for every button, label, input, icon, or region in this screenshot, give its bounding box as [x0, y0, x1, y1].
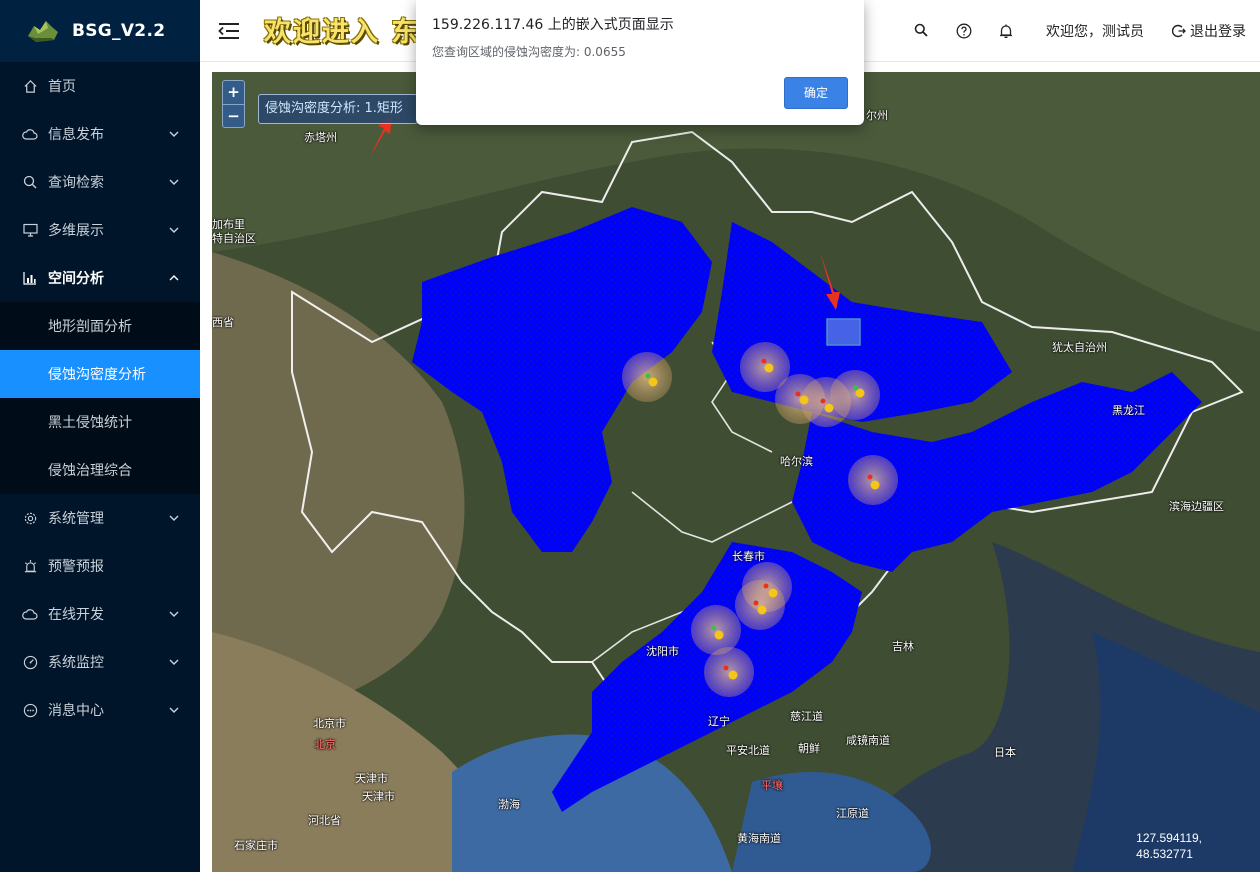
map-label: 慈江道: [790, 710, 823, 723]
dialog-message: 您查询区域的侵蚀沟密度为: 0.0655: [432, 45, 626, 59]
alarm-icon: [22, 558, 38, 574]
chevron-down-icon: [169, 659, 179, 665]
logout-label: 退出登录: [1190, 24, 1246, 40]
map-label: 黄海南道: [737, 832, 781, 845]
map-label: 赤塔州: [304, 131, 337, 144]
map-label: 尔州: [866, 109, 888, 122]
help-icon[interactable]: [956, 23, 972, 39]
menu-item-early-warning[interactable]: 预警预报: [0, 542, 200, 590]
menu-label: 多维展示: [48, 223, 104, 239]
menu-label: 在线开发: [48, 607, 104, 623]
submenu-item-terrain-profile[interactable]: 地形剖面分析: [0, 302, 200, 350]
bar-chart-icon: [22, 270, 38, 286]
logout-icon: [1172, 24, 1186, 38]
chevron-up-icon: [169, 275, 179, 281]
coord-lat: 48.532771: [1136, 847, 1193, 861]
map-label: 江原道: [836, 807, 869, 820]
chevron-down-icon: [169, 611, 179, 617]
map-label: 咸镜南道: [846, 734, 890, 747]
header-actions: 欢迎您，测试员 退出登录: [914, 0, 1260, 62]
map-label: 滨海边疆区: [1169, 500, 1224, 513]
analysis-tool-label[interactable]: 侵蚀沟密度分析: 1.矩形: [258, 94, 418, 124]
map-label: 北京: [314, 738, 336, 751]
menu-label: 消息中心: [48, 703, 104, 719]
ok-button[interactable]: 确定: [784, 77, 848, 109]
map-label: 石家庄市: [234, 839, 278, 852]
zoom-control: + −: [222, 80, 245, 128]
map-label: 沈阳市: [646, 645, 679, 658]
map-label: 天津市: [355, 772, 388, 785]
map-label: 哈尔滨: [780, 455, 813, 468]
menu-item-message-center[interactable]: 消息中心: [0, 686, 200, 734]
map-label: 犹太自治州: [1052, 341, 1107, 354]
map-label: 河北省: [308, 814, 341, 827]
map-label: 北京市: [313, 717, 346, 730]
menu-item-system-monitor[interactable]: 系统监控: [0, 638, 200, 686]
chevron-down-icon: [169, 707, 179, 713]
app-logo[interactable]: BSG_V2.2: [0, 0, 200, 62]
search-icon: [22, 174, 38, 190]
message-icon: [22, 702, 38, 718]
dialog-title: 159.226.117.46 上的嵌入式页面显示: [432, 17, 674, 33]
map-label: 渤海: [498, 798, 520, 811]
chevron-down-icon: [169, 515, 179, 521]
map-label: 吉林: [892, 640, 914, 653]
map-label: 天津市: [362, 790, 395, 803]
menu-item-query[interactable]: 查询检索: [0, 158, 200, 206]
menu-label: 空间分析: [48, 271, 104, 287]
menu-item-publish[interactable]: 信息发布: [0, 110, 200, 158]
map-label: 黑龙江: [1112, 404, 1145, 417]
chevron-down-icon: [169, 227, 179, 233]
spatial-analysis-submenu: 地形剖面分析 侵蚀沟密度分析 黑土侵蚀统计 侵蚀治理综合: [0, 302, 200, 494]
menu-item-home[interactable]: 首页: [0, 62, 200, 110]
home-icon: [22, 78, 38, 94]
submenu-item-gully-density[interactable]: 侵蚀沟密度分析: [0, 350, 200, 398]
map-label: 平壤: [761, 779, 783, 792]
submenu-item-erosion-stats[interactable]: 黑土侵蚀统计: [0, 398, 200, 446]
dashboard-icon: [22, 654, 38, 670]
map-view[interactable]: 赤塔州 加布里 特自治区 西省 犹太自治州 哈尔滨 长春市 沈阳市 北京市 北京…: [212, 72, 1260, 872]
logo-icon: [28, 21, 58, 42]
zoom-in-button[interactable]: +: [223, 81, 244, 104]
coord-lon: 127.594119,: [1136, 831, 1202, 845]
menu-label: 系统监控: [48, 655, 104, 671]
menu-label: 信息发布: [48, 127, 104, 143]
search-icon[interactable]: [914, 23, 930, 39]
logout-button[interactable]: 退出登录: [1172, 21, 1246, 41]
chevron-down-icon: [169, 179, 179, 185]
map-label: 辽宁: [708, 715, 730, 728]
cloud-icon: [22, 606, 38, 622]
sidebar: BSG_V2.2 首页 信息发布 查询检索 多维展示 空间分析 地形剖面分析 侵…: [0, 0, 200, 872]
alert-dialog: 159.226.117.46 上的嵌入式页面显示 您查询区域的侵蚀沟密度为: 0…: [416, 0, 864, 125]
menu-label: 系统管理: [48, 511, 104, 527]
map-label: 西省: [212, 316, 234, 329]
cursor-coordinates: 127.594119, 48.532771: [1136, 830, 1202, 862]
app-name: BSG_V2.2: [72, 21, 166, 41]
menu-item-spatial-analysis[interactable]: 空间分析: [0, 254, 200, 302]
menu-label: 查询检索: [48, 175, 104, 191]
menu-fold-icon[interactable]: [218, 22, 240, 40]
map-label: 长春市: [732, 550, 765, 563]
monitor-icon: [22, 222, 38, 238]
menu-item-system-management[interactable]: 系统管理: [0, 494, 200, 542]
map-label: 朝鲜: [798, 742, 820, 755]
map-label: 日本: [994, 746, 1016, 759]
map-label: 特自治区: [212, 232, 256, 245]
gear-icon: [22, 510, 38, 526]
welcome-user: 欢迎您，测试员: [1046, 24, 1144, 40]
menu-item-display[interactable]: 多维展示: [0, 206, 200, 254]
map-label: 平安北道: [726, 744, 770, 757]
submenu-item-erosion-control[interactable]: 侵蚀治理综合: [0, 446, 200, 494]
query-rectangle: [826, 318, 861, 346]
menu-label: 首页: [48, 79, 76, 95]
cloud-icon: [22, 126, 38, 142]
bell-icon[interactable]: [998, 23, 1014, 39]
menu-item-online-dev[interactable]: 在线开发: [0, 590, 200, 638]
menu-label: 预警预报: [48, 559, 104, 575]
chevron-down-icon: [169, 131, 179, 137]
zoom-out-button[interactable]: −: [223, 104, 244, 127]
